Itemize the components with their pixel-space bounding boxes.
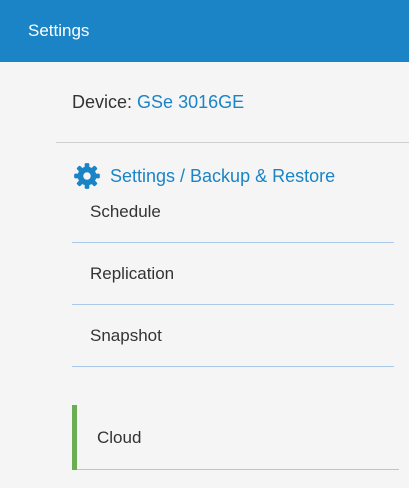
menu-item-cloud[interactable]: Cloud [72, 405, 399, 470]
menu-item-replication[interactable]: Replication [72, 243, 394, 305]
device-prefix: Device: [72, 92, 133, 112]
menu-item-schedule[interactable]: Schedule [72, 181, 394, 243]
menu-item-label: Replication [90, 264, 175, 283]
device-name[interactable]: GSe 3016GE [137, 92, 244, 112]
menu-item-label: Schedule [90, 202, 161, 221]
menu-item-label: Cloud [97, 427, 142, 447]
settings-header: Settings [0, 0, 409, 62]
menu-item-snapshot[interactable]: Snapshot [72, 305, 394, 367]
menu-item-label: Snapshot [90, 326, 162, 345]
header-title: Settings [28, 21, 90, 40]
divider [56, 142, 409, 143]
device-row: Device: GSe 3016GE [72, 92, 244, 113]
settings-panel: Device: GSe 3016GE Settings / Backup & R… [0, 62, 409, 488]
